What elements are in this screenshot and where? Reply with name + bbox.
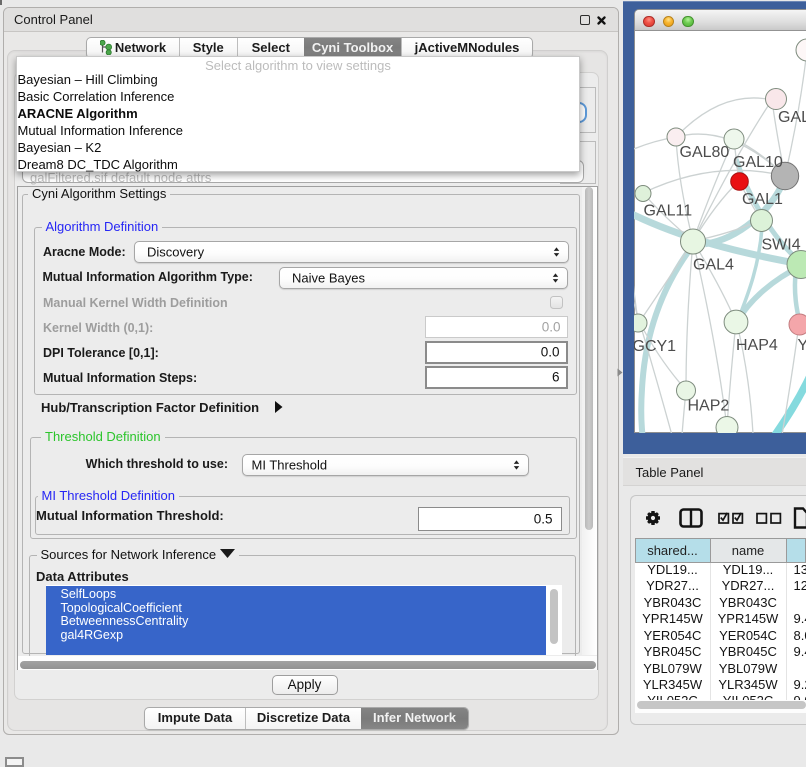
svg-text:HAP4: HAP4 — [736, 337, 778, 354]
svg-text:GAL10: GAL10 — [733, 154, 783, 171]
svg-text:GAL1: GAL1 — [742, 191, 783, 208]
svg-text:GAL4: GAL4 — [693, 256, 734, 273]
svg-text:GAL80: GAL80 — [680, 144, 730, 161]
svg-text:GCY1: GCY1 — [634, 338, 676, 355]
svg-text:GAL11: GAL11 — [644, 202, 693, 219]
svg-text:SWI4: SWI4 — [762, 236, 801, 253]
svg-text:HAP2: HAP2 — [688, 397, 730, 414]
svg-text:GAL7: GAL7 — [778, 109, 806, 126]
svg-text:YM: YM — [798, 337, 806, 354]
